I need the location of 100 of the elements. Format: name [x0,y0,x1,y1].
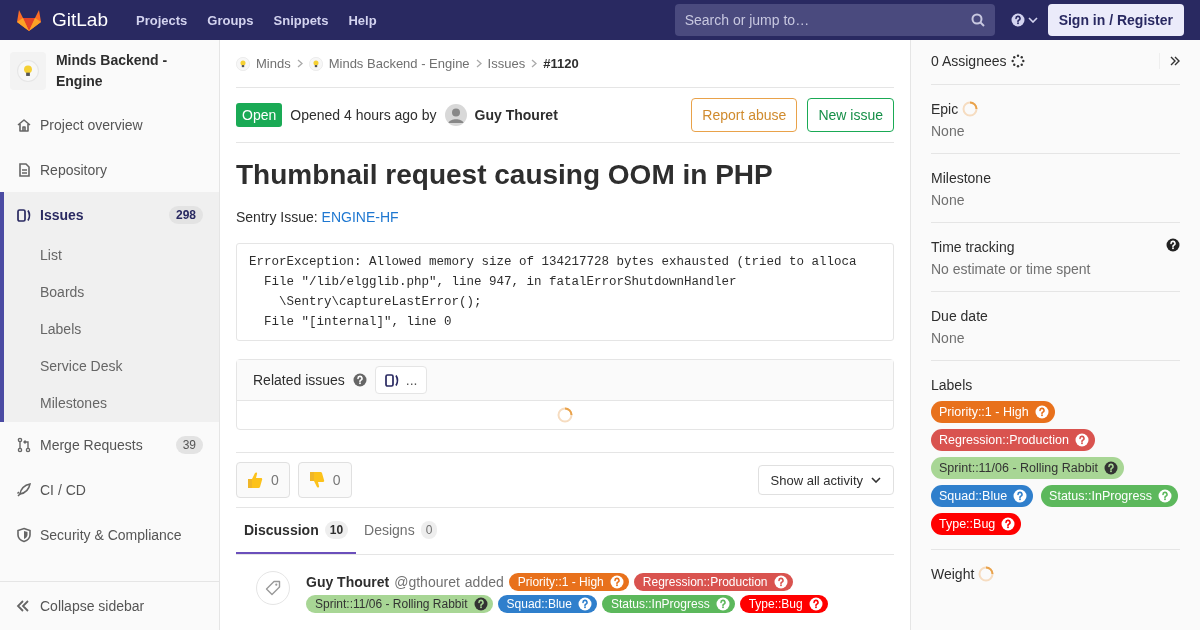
sidebar-item[interactable]: CI / CD [0,467,219,512]
issue-title: Thumbnail request causing OOM in PHP [236,159,774,191]
help-icon [1013,489,1028,503]
help-icon [1010,13,1025,27]
home-icon [16,116,32,133]
award-button[interactable]: 0 [236,462,290,498]
issues-icon [383,372,400,388]
loading-spinner-icon [978,566,995,582]
help-icon [773,575,788,589]
nav-link[interactable]: Groups [207,12,254,28]
author-link[interactable]: Guy Thouret [306,574,390,590]
help-icon [715,597,730,611]
label-tag[interactable]: Regression::Production [633,573,793,591]
sidebar-block-title: Milestone [931,169,991,188]
sidebar-subitem[interactable]: List [4,237,219,274]
sentry-link[interactable]: ENGINE-HF [321,209,399,225]
status-badge: Open [236,103,283,127]
add-related-button[interactable]: ... [374,366,427,394]
help-icon [1074,433,1089,447]
sign-in-button[interactable]: Sign in / Register [1047,4,1184,36]
help-icon [1034,405,1049,419]
chevron-down-icon [871,477,881,483]
count-badge: 10 [324,521,349,539]
help-icon [1166,238,1180,252]
count-badge: 298 [168,205,203,224]
shield-icon [16,526,32,543]
label-tag[interactable]: Type::Bug [739,595,828,613]
help-icon [577,597,592,611]
breadcrumb-link[interactable]: Minds Backend - Engine [328,56,470,71]
sidebar-block-title: Time tracking [931,238,1015,257]
double-chevron-left-icon [16,600,30,612]
chevron-right-icon [475,59,482,68]
loading-spinner-icon [962,101,979,117]
nav-link[interactable]: Snippets [273,12,329,28]
breadcrumb-link[interactable]: Issues [487,56,526,71]
opened-text: Opened 4 hours ago by [290,107,437,123]
author-link[interactable]: Guy Thouret [474,107,558,123]
bulb-icon [16,60,39,82]
double-chevron-right-icon[interactable] [1170,56,1180,66]
help-icon [473,597,488,611]
search-field[interactable]: Search or jump to… [674,4,995,36]
sidebar-item[interactable]: Issues 298 [4,192,219,237]
label-tag[interactable]: Priority::1 - High [508,573,629,591]
sidebar-item[interactable]: Merge Requests 39 [0,422,219,467]
help-icon [609,575,624,589]
bulb-icon [236,56,250,71]
sidebar-subitem[interactable]: Service Desk [4,348,219,385]
breadcrumb-link[interactable]: #1120 [543,56,579,71]
thumbs-up-icon [247,471,263,489]
award-button[interactable]: 0 [297,462,352,498]
loading-spinner-icon [557,407,573,423]
fox-logo-icon[interactable] [16,8,42,32]
count-badge: 39 [175,435,203,454]
loading-dots-icon [1010,54,1025,68]
help-icon [1157,489,1172,503]
avatar-icon [444,104,467,126]
sidebar-block-value: None [931,330,966,346]
sidebar-item[interactable]: Project overview [0,102,219,147]
project-name[interactable]: Minds Backend - Engine [55,50,209,92]
issues-icon [16,206,32,223]
breadcrumb-link[interactable]: Minds [256,56,291,71]
chevron-down-icon [1027,17,1038,23]
tab[interactable]: Designs 0 [356,508,446,554]
chevron-right-icon [531,59,538,68]
code-block: ErrorException: Allowed memory size of 134217728 bytes exhausted (tried to alloca File "/lib/elgglib.php", line 947, in fatalErrorShutdownHandler \Sentry\captureLastError(); File "[internal]", line 0 [236,243,894,341]
tab[interactable]: Discussion 10 [236,508,357,554]
label-tag[interactable]: Type::Bug [931,513,1022,535]
label-tag[interactable]: Priority::1 - High [931,401,1055,423]
label-tag[interactable]: Regression::Production [931,429,1095,451]
sidebar-block-title: Epic [931,100,959,119]
assignees-title: 0 Assignees [931,53,1007,69]
activity-filter-dropdown[interactable]: Show all activity [757,465,894,495]
label-tag[interactable]: Sprint::11/06 - Rolling Rabbit [306,595,493,613]
logo-text[interactable]: GitLab [52,9,108,31]
username-text: @gthouret [394,574,460,590]
nav-link[interactable]: Projects [136,12,188,28]
action-text: added [464,574,504,590]
label-tag[interactable]: Sprint::11/06 - Rolling Rabbit [931,457,1124,479]
sidebar-block-value: No estimate or time spent [931,261,1092,277]
bulb-icon [308,56,323,71]
help-icon [808,597,823,611]
sidebar-item[interactable]: Security & Compliance [0,512,219,557]
nav-link[interactable]: Help [348,12,377,28]
thumbs-down-icon [308,471,325,489]
tag-icon [265,580,281,596]
help-icon [352,373,367,387]
search-icon [970,13,985,27]
document-icon [16,161,32,178]
collapse-sidebar-button[interactable]: Collapse sidebar [0,581,219,630]
sidebar-subitem[interactable]: Milestones [4,385,219,422]
label-tag[interactable]: Squad::Blue [497,595,597,613]
count-badge: 0 [420,521,438,539]
new-issue-button[interactable]: New issue [807,98,894,132]
report-button[interactable]: Report abuse [691,98,798,132]
weight-title: Weight [931,566,975,582]
sidebar-subitem[interactable]: Labels [4,311,219,348]
sidebar-subitem[interactable]: Boards [4,274,219,311]
sidebar-item[interactable]: Repository [0,147,219,192]
sentry-text: Sentry Issue: ENGINE-HF [236,209,400,225]
label-tag[interactable]: Squad::Blue [931,485,1034,507]
